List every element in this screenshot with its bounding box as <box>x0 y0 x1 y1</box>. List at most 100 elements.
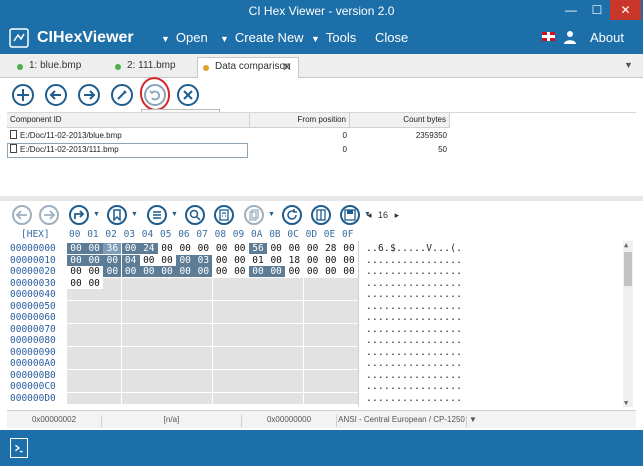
hex-byte[interactable] <box>267 358 286 369</box>
bookmark-dropdown-icon[interactable]: ▼ <box>131 211 138 218</box>
hex-byte[interactable] <box>285 312 304 323</box>
move-left-button[interactable] <box>45 84 67 106</box>
hex-byte[interactable]: 00 <box>213 255 231 266</box>
hex-byte[interactable]: 00 <box>140 255 158 266</box>
hex-byte[interactable] <box>340 300 358 312</box>
hex-byte[interactable] <box>303 392 322 404</box>
hex-byte[interactable] <box>121 392 140 404</box>
hex-byte[interactable] <box>85 335 104 346</box>
hex-byte[interactable] <box>176 289 195 300</box>
col-header-count-bytes[interactable]: Count bytes <box>350 113 450 128</box>
maximize-button[interactable]: ☐ <box>584 0 610 20</box>
hex-byte[interactable] <box>85 358 104 369</box>
hex-text-row[interactable]: ................ <box>366 289 462 301</box>
hex-byte[interactable] <box>176 392 195 404</box>
hex-byte[interactable]: 00 <box>194 243 212 254</box>
hex-byte[interactable] <box>340 358 358 369</box>
hex-byte[interactable] <box>212 277 231 289</box>
copy-button[interactable] <box>244 205 264 225</box>
hex-byte[interactable] <box>67 289 85 300</box>
hex-byte[interactable] <box>321 346 340 358</box>
hex-byte[interactable] <box>85 381 104 392</box>
hex-byte[interactable]: 00 <box>103 266 122 277</box>
hex-byte[interactable] <box>158 300 176 312</box>
menu-about[interactable]: About <box>590 30 624 45</box>
hex-byte[interactable] <box>321 392 340 404</box>
hex-byte[interactable] <box>158 369 176 381</box>
tab-close-icon[interactable]: ✕ <box>282 58 292 76</box>
hex-byte[interactable] <box>285 335 304 346</box>
page-next-icon[interactable]: ▸ <box>395 210 400 220</box>
hex-byte[interactable] <box>249 289 267 300</box>
hex-byte[interactable] <box>303 312 322 323</box>
hex-byte[interactable] <box>194 369 213 381</box>
hex-byte[interactable] <box>321 277 340 289</box>
remove-button[interactable] <box>177 84 199 106</box>
hex-byte[interactable] <box>67 381 85 392</box>
col-header-from-position[interactable]: From position <box>250 113 350 128</box>
hex-byte[interactable]: 00 <box>139 266 158 277</box>
hex-byte[interactable] <box>285 358 304 369</box>
hex-byte[interactable] <box>194 392 213 404</box>
hex-byte[interactable]: 00 <box>103 254 122 266</box>
hex-byte[interactable] <box>103 312 122 323</box>
hex-byte[interactable] <box>67 335 85 346</box>
hex-byte[interactable] <box>303 346 322 358</box>
tab-overflow-chevron-icon[interactable]: ▼ <box>624 60 633 70</box>
hex-byte[interactable] <box>158 323 176 335</box>
hex-byte[interactable] <box>121 381 140 392</box>
hex-text-row[interactable]: ................ <box>366 370 462 382</box>
hex-byte[interactable] <box>267 381 286 392</box>
hex-text-row[interactable]: ................ <box>366 358 462 370</box>
hex-byte[interactable] <box>212 392 231 404</box>
hex-byte[interactable]: 00 <box>67 243 85 254</box>
hex-byte[interactable]: 00 <box>176 266 195 277</box>
hex-byte[interactable] <box>285 323 304 335</box>
hex-byte[interactable] <box>121 358 140 369</box>
hex-byte[interactable] <box>176 300 195 312</box>
encoding-dropdown-icon[interactable]: ▼ <box>467 415 479 427</box>
hex-byte[interactable] <box>176 312 195 323</box>
hex-byte[interactable] <box>67 346 85 358</box>
hex-byte[interactable] <box>249 312 267 323</box>
hex-byte[interactable] <box>103 335 122 346</box>
hex-byte[interactable] <box>85 312 104 323</box>
hex-byte[interactable] <box>285 300 304 312</box>
menu-open[interactable]: ▼ Open <box>161 30 208 45</box>
hex-byte[interactable] <box>103 300 122 312</box>
close-window-button[interactable]: ✕ <box>610 0 641 20</box>
hex-byte[interactable] <box>139 300 158 312</box>
menu-close[interactable]: Close <box>375 30 408 45</box>
hex-byte[interactable] <box>267 346 286 358</box>
hex-byte[interactable] <box>103 369 122 381</box>
hex-byte[interactable] <box>194 277 213 289</box>
hex-text-row[interactable]: ................ <box>366 301 462 313</box>
hex-byte[interactable] <box>303 300 322 312</box>
hex-byte[interactable] <box>158 392 176 404</box>
hex-byte[interactable]: 00 <box>158 243 176 254</box>
hex-byte[interactable] <box>121 300 140 312</box>
hex-byte[interactable] <box>303 358 322 369</box>
hex-byte[interactable] <box>303 289 322 300</box>
hex-byte[interactable] <box>85 300 104 312</box>
hex-byte[interactable] <box>121 369 140 381</box>
hex-byte[interactable] <box>321 358 340 369</box>
hex-byte[interactable]: 00 <box>304 243 322 254</box>
hex-byte[interactable] <box>158 346 176 358</box>
hex-byte[interactable] <box>139 323 158 335</box>
hex-byte[interactable] <box>212 289 231 300</box>
hex-byte[interactable]: 00 <box>340 255 358 266</box>
hex-byte[interactable] <box>212 346 231 358</box>
hex-byte[interactable] <box>121 277 140 289</box>
hex-byte[interactable]: 00 <box>67 278 85 289</box>
hex-byte[interactable] <box>321 300 340 312</box>
tab-blue-bmp[interactable]: 1: blue.bmp <box>12 57 107 78</box>
hex-byte[interactable] <box>103 392 122 404</box>
bookmark-button[interactable] <box>107 205 127 225</box>
hex-byte[interactable] <box>340 277 358 289</box>
hex-byte[interactable] <box>285 289 304 300</box>
hex-byte[interactable] <box>212 381 231 392</box>
hex-byte[interactable] <box>194 346 213 358</box>
hex-byte[interactable] <box>230 335 249 346</box>
hex-byte[interactable] <box>194 358 213 369</box>
